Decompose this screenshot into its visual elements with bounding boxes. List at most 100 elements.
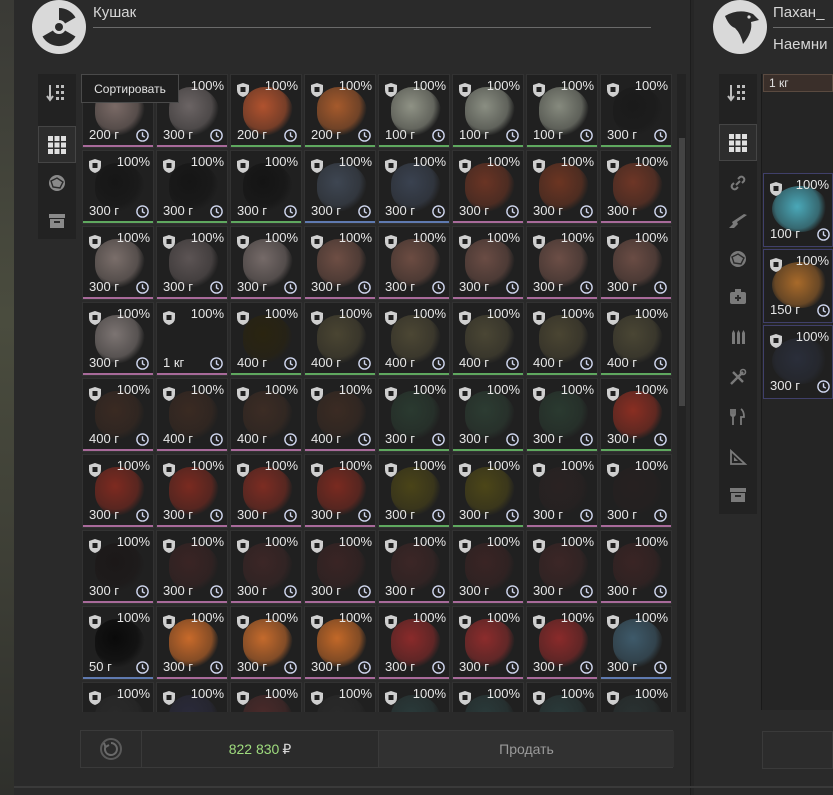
item-slot[interactable]: 100% 300 г — [452, 226, 524, 300]
tools-icon — [730, 368, 747, 385]
item-slot[interactable]: 100% 300 г — [304, 530, 376, 604]
player-filter-misc-button[interactable] — [719, 476, 757, 513]
filter-all-button[interactable] — [38, 126, 76, 163]
item-slot[interactable]: 100% 300 г — [600, 530, 672, 604]
player-filter-tools-button[interactable] — [719, 358, 757, 395]
item-slot[interactable]: 100% 300 г — [378, 378, 450, 452]
player-item-slot[interactable]: 100% 100 г — [763, 173, 833, 247]
sort-button[interactable] — [38, 74, 76, 111]
item-condition: 100% — [412, 686, 446, 701]
item-slot[interactable]: 100% 400 г — [526, 302, 598, 376]
item-slot[interactable]: 100% 300 г — [378, 226, 450, 300]
item-slot[interactable]: 100% 300 г — [600, 378, 672, 452]
item-slot[interactable]: 100% 300 г — [82, 302, 154, 376]
item-slot[interactable]: 100% 300 г — [378, 606, 450, 680]
item-slot[interactable]: 100% 300 г — [526, 226, 598, 300]
item-slot[interactable]: 100% 400 г — [304, 378, 376, 452]
item-slot[interactable]: 100% 300 г — [304, 226, 376, 300]
item-slot[interactable]: 100% — [156, 682, 228, 712]
player-filter-food-button[interactable] — [719, 398, 757, 435]
item-slot[interactable]: 100% — [304, 682, 376, 712]
item-slot[interactable]: 100% 300 г — [452, 150, 524, 224]
clock-icon — [580, 129, 593, 142]
item-slot[interactable]: 100% 400 г — [156, 378, 228, 452]
item-slot[interactable]: 100% 300 г — [526, 606, 598, 680]
item-slot[interactable]: 100% 300 г — [526, 530, 598, 604]
player-filter-attachments-button[interactable] — [719, 164, 757, 201]
item-slot[interactable]: 100% 300 г — [156, 606, 228, 680]
item-slot[interactable]: 100% 400 г — [230, 302, 302, 376]
item-slot[interactable]: 100% 100 г — [526, 74, 598, 148]
durability-shield-icon — [311, 311, 323, 325]
item-slot[interactable]: 100% 300 г — [452, 378, 524, 452]
player-filter-weapons-button[interactable] — [719, 202, 757, 239]
item-slot[interactable]: 100% — [82, 682, 154, 712]
durability-shield-icon — [607, 691, 619, 705]
item-slot[interactable]: 100% 100 г — [378, 74, 450, 148]
player-filter-medical-button[interactable] — [719, 278, 757, 315]
item-slot[interactable]: 100% 300 г — [600, 74, 672, 148]
item-slot[interactable]: 100% — [230, 682, 302, 712]
item-slot[interactable]: 100% 300 г — [82, 150, 154, 224]
filter-artifacts-button[interactable] — [38, 164, 76, 201]
player-sort-button[interactable] — [719, 74, 757, 111]
item-slot[interactable]: 100% 300 г — [230, 530, 302, 604]
item-slot[interactable]: 100% 1 кг — [156, 302, 228, 376]
item-slot[interactable]: 100% 300 г — [378, 454, 450, 528]
rarity-bar — [231, 449, 301, 451]
item-slot[interactable]: 100% 300 г — [230, 226, 302, 300]
item-slot[interactable]: 100% 300 г — [82, 454, 154, 528]
item-slot[interactable]: 100% 300 г — [304, 606, 376, 680]
item-slot[interactable]: 100% — [452, 682, 524, 712]
item-slot[interactable]: 100% 300 г — [452, 454, 524, 528]
item-slot[interactable]: 100% 300 г — [156, 454, 228, 528]
durability-shield-icon — [163, 463, 175, 477]
item-slot[interactable]: 100% 300 г — [304, 454, 376, 528]
player-filter-all-button[interactable] — [719, 124, 757, 161]
item-slot[interactable]: 100% — [378, 682, 450, 712]
item-slot[interactable]: 100% 300 г — [156, 530, 228, 604]
item-slot[interactable]: 100% 100 г — [452, 74, 524, 148]
item-slot[interactable]: 100% 300 г — [526, 378, 598, 452]
player-top-item[interactable]: 1 кг — [763, 74, 833, 92]
player-filter-blueprints-button[interactable] — [719, 438, 757, 475]
sell-button[interactable]: Продать — [378, 731, 674, 767]
item-slot[interactable]: 100% — [526, 682, 598, 712]
item-slot[interactable]: 100% 200 г — [304, 74, 376, 148]
clock-icon — [284, 281, 297, 294]
item-slot[interactable]: 100% 400 г — [600, 302, 672, 376]
item-slot[interactable]: 100% 300 г — [378, 530, 450, 604]
grid-scrollbar-thumb[interactable] — [679, 138, 685, 406]
item-slot[interactable]: 100% 300 г — [526, 454, 598, 528]
filter-misc-button[interactable] — [38, 202, 76, 239]
player-item-slot[interactable]: 100% 300 г — [763, 325, 833, 399]
item-slot[interactable]: 100% 300 г — [230, 606, 302, 680]
item-slot[interactable]: 100% 400 г — [304, 302, 376, 376]
item-slot[interactable]: 100% 300 г — [230, 150, 302, 224]
item-slot[interactable]: 100% 300 г — [304, 150, 376, 224]
item-slot[interactable]: 100% 300 г — [82, 226, 154, 300]
item-slot[interactable]: 100% 400 г — [452, 302, 524, 376]
item-slot[interactable]: 100% 400 г — [378, 302, 450, 376]
item-slot[interactable]: 100% 400 г — [230, 378, 302, 452]
item-slot[interactable]: 100% 300 г — [230, 454, 302, 528]
item-slot[interactable]: 100% 400 г — [82, 378, 154, 452]
item-slot[interactable]: 100% 300 г — [526, 150, 598, 224]
item-slot[interactable]: 100% 300 г — [156, 150, 228, 224]
item-slot[interactable]: 100% 300 г — [156, 226, 228, 300]
item-slot[interactable]: 100% 200 г — [230, 74, 302, 148]
refresh-button[interactable] — [81, 731, 142, 767]
player-filter-ammo-button[interactable] — [719, 318, 757, 355]
player-item-slot[interactable]: 100% 150 г — [763, 249, 833, 323]
item-slot[interactable]: 100% 300 г — [600, 454, 672, 528]
item-slot[interactable]: 100% 50 г — [82, 606, 154, 680]
item-slot[interactable]: 100% 300 г — [452, 530, 524, 604]
item-slot[interactable]: 100% 300 г — [378, 150, 450, 224]
item-slot[interactable]: 100% — [600, 682, 672, 712]
item-slot[interactable]: 100% 300 г — [600, 150, 672, 224]
player-filter-artifacts-button[interactable] — [719, 240, 757, 277]
item-slot[interactable]: 100% 300 г — [600, 606, 672, 680]
item-slot[interactable]: 100% 300 г — [600, 226, 672, 300]
item-slot[interactable]: 100% 300 г — [82, 530, 154, 604]
item-slot[interactable]: 100% 300 г — [452, 606, 524, 680]
